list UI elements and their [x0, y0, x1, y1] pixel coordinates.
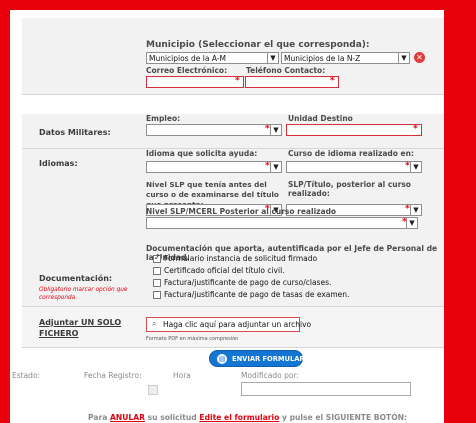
doc-check-factura-tasas[interactable]	[153, 291, 161, 299]
militar-section-label: Datos Militares:	[39, 128, 111, 137]
curso-label: Curso de idioma realizado en:	[288, 149, 414, 158]
send-form-button[interactable]: ▤ ENVIAR FORMULARIO	[209, 350, 313, 367]
militar-section: Datos Militares: Empleo: Unidad Destino …	[22, 114, 444, 149]
slp-titulo-required-mark: *	[405, 204, 410, 214]
doc-check-certificado[interactable]	[153, 267, 161, 275]
solicitud-form: Municipio (Seleccionar el que correspond…	[12, 10, 444, 423]
nivel-post-select[interactable]: ▼	[146, 217, 418, 229]
documentacion-section-label: Documentación:	[39, 274, 113, 283]
top-red-frame	[0, 0, 476, 10]
idioma-ayuda-required-mark: *	[265, 161, 270, 171]
email-required-mark: *	[235, 76, 240, 86]
idioma-ayuda-select[interactable]: ▼	[146, 161, 282, 173]
document-icon: ▤	[217, 354, 227, 364]
modificado-field	[241, 382, 411, 396]
checkmark-icon: ✓	[154, 253, 161, 262]
attach-file-button[interactable]: ⌕ Haga clic aquí para adjuntar un archiv…	[146, 317, 311, 332]
slp-titulo-label: SLP/Título, posterior al curso realizado…	[288, 180, 411, 198]
calendar-icon[interactable]	[148, 385, 158, 395]
unidad-field[interactable]	[286, 124, 422, 136]
adjuntar-label: Adjuntar UN SOLO FICHERO	[39, 318, 122, 338]
documentacion-section: Documentación: Obligatorio marcar opción…	[22, 242, 444, 307]
chevron-down-icon: ▼	[267, 53, 278, 63]
modificado-label: Modificado por:	[241, 371, 299, 380]
municipio-nz-select[interactable]: Municipios de la N-Z ▼	[281, 52, 410, 64]
phone-required-mark: *	[330, 76, 335, 86]
attach-file-label: Haga clic aquí para adjuntar un archivo	[163, 320, 312, 329]
chevron-down-icon: ▼	[410, 205, 421, 215]
curso-select[interactable]: ▼	[286, 161, 422, 173]
anular-suffix: y pulse el SIGUIENTE BOTÓN:	[281, 413, 408, 422]
doc-label-certificado: Certificado oficial del título civil.	[164, 266, 285, 275]
adjuntar-section: Adjuntar UN SOLO FICHERO ⌕ Haga clic aqu…	[22, 307, 444, 348]
chevron-down-icon: ▼	[270, 162, 281, 172]
chevron-down-icon: ▼	[410, 162, 421, 172]
doc-label-factura-curso: Factura/justificante de pago de curso/cl…	[164, 278, 332, 287]
right-red-frame	[444, 0, 476, 423]
estado-label: Estado:	[12, 371, 41, 380]
nivel-post-required-mark: *	[402, 217, 407, 227]
nivel-post-label: Nivel SLP/MCERL Posterior al curso reali…	[146, 207, 337, 216]
adjuntar-hint: Formato PDF en máxima compresión	[146, 336, 239, 342]
left-red-frame	[0, 0, 10, 423]
municipio-am-value: Municipios de la A-M	[149, 54, 226, 63]
doc-label-formulario: Formulario instancia de solicitud firmad…	[164, 254, 318, 263]
empleo-select[interactable]: ▼	[146, 124, 282, 136]
unidad-required-mark: *	[413, 124, 418, 134]
doc-label-factura-tasas: Factura/justificante de pago de tasas de…	[164, 290, 350, 299]
chevron-down-icon: ▼	[406, 218, 417, 228]
hora-label: Hora	[173, 371, 191, 380]
edite-form-link[interactable]: Edite el formulario	[199, 413, 279, 422]
curso-required-mark: *	[405, 161, 410, 171]
paperclip-icon: ⌕	[152, 319, 157, 328]
phone-label: Teléfono Contacto:	[246, 66, 326, 75]
empleo-required-mark: *	[265, 124, 270, 134]
email-label: Correo Electrónico:	[146, 66, 228, 75]
phone-field[interactable]	[245, 76, 339, 88]
anular-instruction: Para ANULAR su solicitud Edite el formul…	[88, 413, 407, 422]
empleo-label: Empleo:	[146, 114, 181, 123]
unidad-label: Unidad Destino	[288, 114, 353, 123]
municipio-section: Municipio (Seleccionar el que correspond…	[22, 18, 444, 95]
doc-check-factura-curso[interactable]	[153, 279, 161, 287]
doc-check-formulario[interactable]: ✓	[153, 253, 161, 263]
idioma-ayuda-label: Idioma que solicita ayuda:	[146, 149, 258, 158]
send-form-label: ENVIAR FORMULARIO	[232, 355, 313, 363]
anular-word: ANULAR	[110, 413, 145, 422]
municipio-am-select[interactable]: Municipios de la A-M ▼	[146, 52, 279, 64]
anular-prefix: Para	[88, 413, 108, 422]
anular-mid: su solicitud	[147, 413, 197, 422]
chevron-down-icon: ▼	[398, 53, 409, 63]
email-field[interactable]	[146, 76, 244, 88]
chevron-down-icon: ▼	[270, 125, 281, 135]
fecha-registro-label: Fecha Registro:	[84, 371, 142, 380]
documentacion-note: Obligatorio marcar opción que correspond…	[39, 287, 128, 301]
clear-municipio-icon[interactable]: ✕	[414, 52, 425, 63]
municipio-label: Municipio (Seleccionar el que correspond…	[146, 40, 370, 50]
idiomas-section-label: Idiomas:	[39, 159, 78, 168]
municipio-nz-value: Municipios de la N-Z	[284, 54, 361, 63]
